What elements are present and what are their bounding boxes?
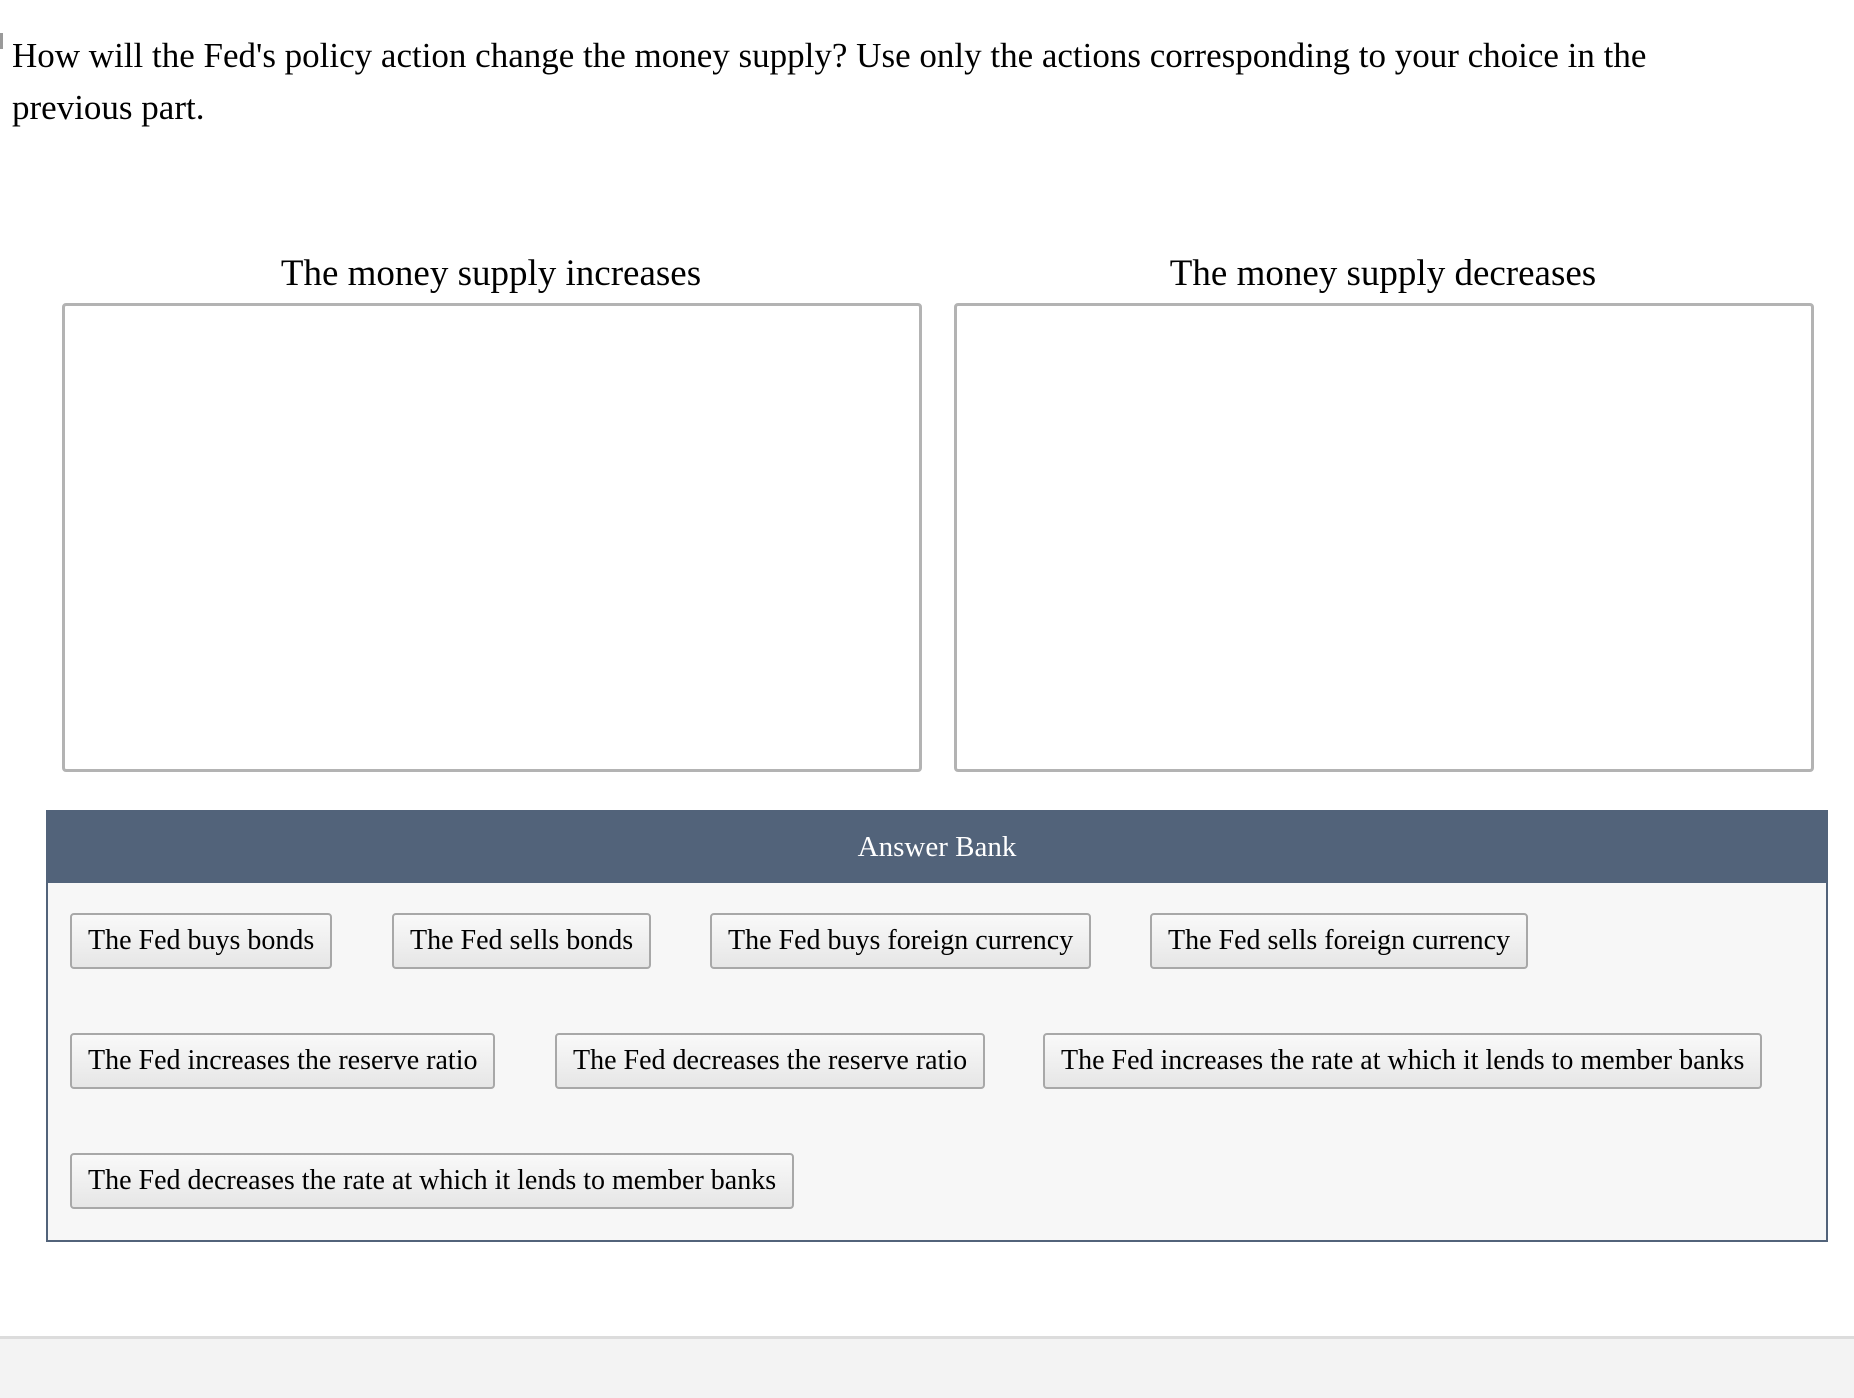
answer-bank-header: Answer Bank: [48, 812, 1826, 883]
answer-chip-sells-foreign-currency[interactable]: The Fed sells foreign currency: [1150, 913, 1529, 969]
answer-bank: Answer Bank The Fed buys bonds The Fed s…: [46, 810, 1828, 1242]
footer-bar: [0, 1336, 1854, 1398]
question-text: How will the Fed's policy action change …: [12, 36, 1647, 127]
bin-title-increases: The money supply increases: [280, 253, 702, 294]
answer-chip-increases-lending-rate[interactable]: The Fed increases the rate at which it l…: [1043, 1033, 1763, 1089]
answer-chip-buys-foreign-currency[interactable]: The Fed buys foreign currency: [710, 913, 1092, 969]
answer-chip-buys-bonds[interactable]: The Fed buys bonds: [70, 913, 333, 969]
answer-chip-decreases-lending-rate[interactable]: The Fed decreases the rate at which it l…: [70, 1153, 795, 1209]
edge-marker: [0, 33, 3, 49]
answer-chip-sells-bonds[interactable]: The Fed sells bonds: [392, 913, 652, 969]
answer-chip-decreases-reserve-ratio[interactable]: The Fed decreases the reserve ratio: [555, 1033, 986, 1089]
drop-zone-increases[interactable]: [62, 303, 922, 772]
bin-title-decreases: The money supply decreases: [1169, 253, 1597, 294]
drop-zone-decreases[interactable]: [954, 303, 1814, 772]
answer-chip-increases-reserve-ratio[interactable]: The Fed increases the reserve ratio: [70, 1033, 496, 1089]
page: How will the Fed's policy action change …: [0, 0, 1854, 1398]
